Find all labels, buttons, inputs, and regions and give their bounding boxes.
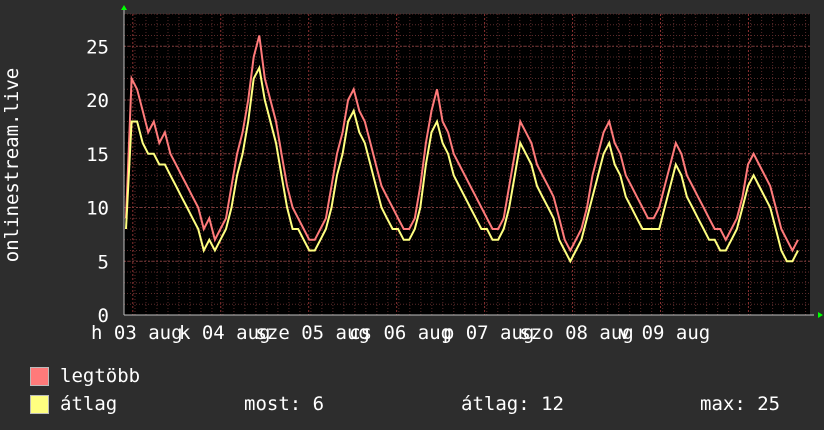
stat-max: max: 25 <box>700 393 781 415</box>
x-tick-label: cs 06 aug <box>349 322 452 344</box>
y-tick-label: 10 <box>86 198 109 220</box>
legend-row-max: legtöbb <box>30 362 810 390</box>
legend-row-avg: átlag most: 6 átlag: 12 max: 25 <box>30 390 810 418</box>
stat-average: átlag: 12 <box>461 393 564 415</box>
y-tick-label: 15 <box>86 144 109 166</box>
y-axis-arrow-icon <box>121 5 127 10</box>
legend-label-avg: átlag <box>60 393 118 415</box>
y-axis-label: onlinestream.live <box>1 68 23 262</box>
x-tick-label: h 03 aug <box>91 322 183 344</box>
y-tick-label: 5 <box>98 251 109 273</box>
y-tick-label: 20 <box>86 90 109 112</box>
x-tick-label: szo 08 aug <box>519 322 633 344</box>
legend: legtöbb átlag most: 6 átlag: 12 max: 25 <box>30 362 810 418</box>
x-tick-label: v 09 aug <box>619 322 711 344</box>
stat-now: most: 6 <box>244 393 325 415</box>
line-chart: 0510152025h 03 augk 04 augsze 05 augcs 0… <box>1 5 823 344</box>
legend-swatch-max <box>30 367 49 386</box>
x-axis-arrow-icon <box>818 312 823 318</box>
y-tick-label: 25 <box>86 36 109 58</box>
legend-swatch-avg <box>30 395 49 414</box>
legend-label-max: legtöbb <box>60 365 141 387</box>
